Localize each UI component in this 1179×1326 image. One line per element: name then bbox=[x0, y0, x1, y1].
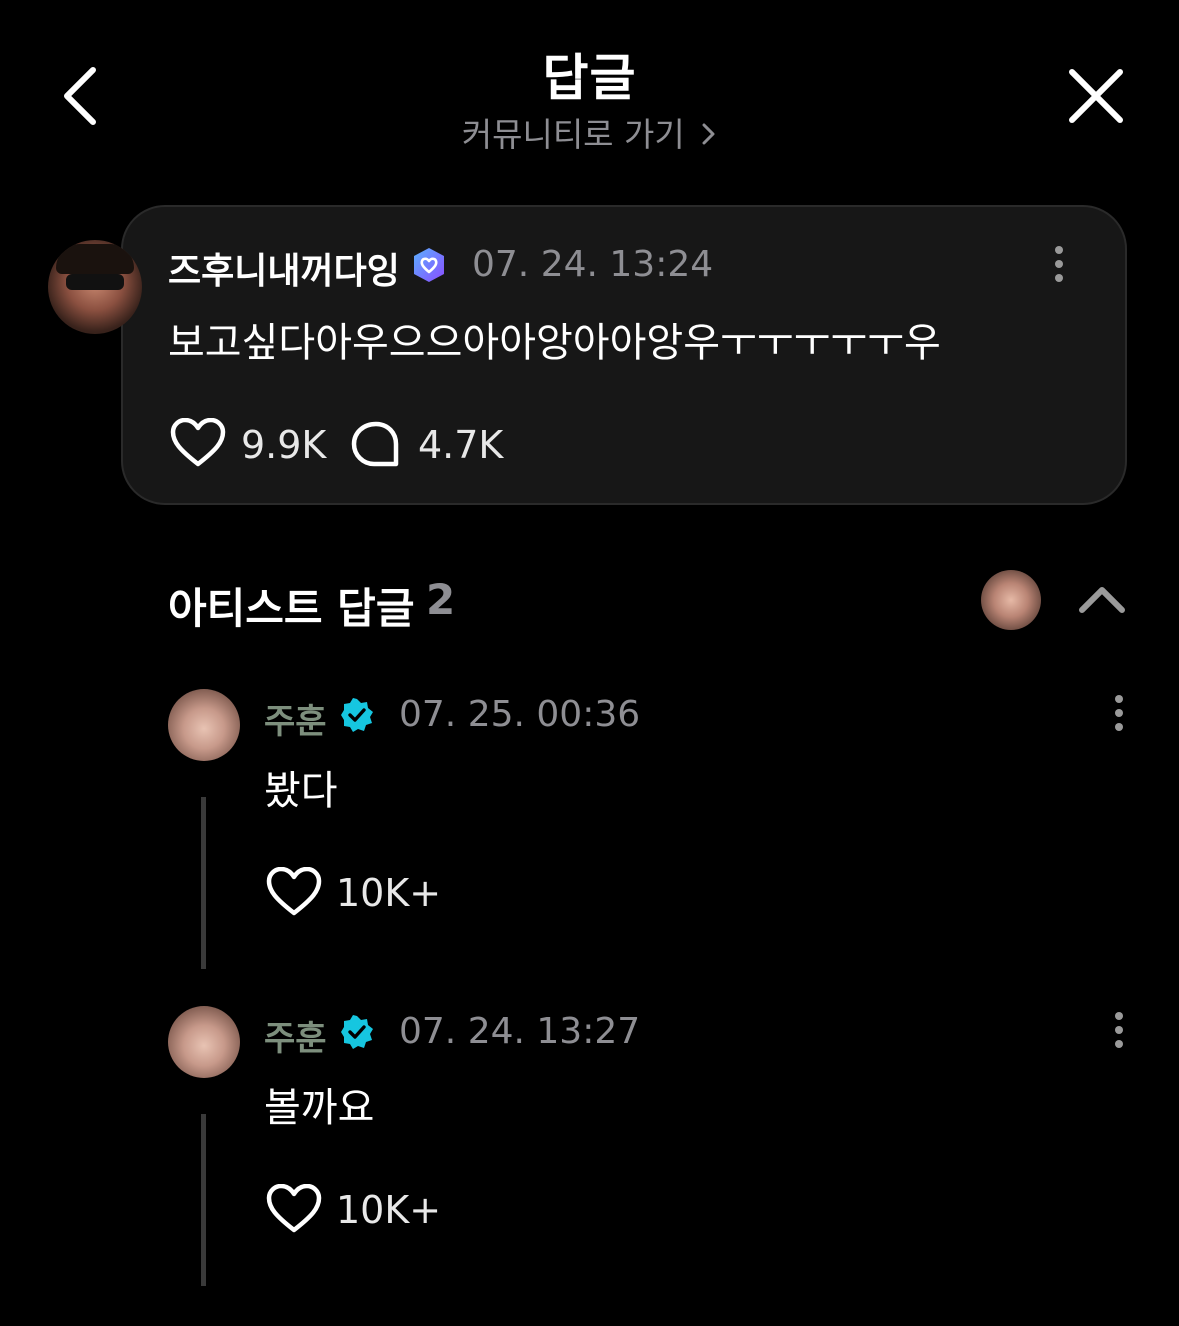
community-link-label: 커뮤니티로 가기 bbox=[461, 115, 685, 154]
page-title: 답글 bbox=[542, 49, 637, 107]
reply-like-count: 10K+ bbox=[336, 871, 442, 915]
close-button[interactable] bbox=[1060, 62, 1130, 132]
reply-more-button[interactable] bbox=[1112, 1012, 1126, 1056]
chevron-up-icon bbox=[1079, 587, 1125, 613]
post-more-button[interactable] bbox=[1052, 246, 1066, 290]
collapse-button[interactable] bbox=[1076, 578, 1128, 618]
thread-line bbox=[201, 1114, 206, 1286]
reply-text: 볼까요 bbox=[264, 1085, 375, 1131]
avatar[interactable] bbox=[168, 1006, 240, 1078]
reply-like-button[interactable] bbox=[266, 1183, 322, 1234]
reply-author[interactable]: 주훈 bbox=[264, 694, 327, 743]
thread-line bbox=[201, 797, 206, 969]
artist-replies-title: 아티스트 답글 bbox=[168, 584, 415, 633]
verified-badge-icon bbox=[340, 698, 374, 732]
reply-text: 봤다 bbox=[264, 768, 338, 814]
community-link[interactable]: 커뮤니티로 가기 bbox=[0, 108, 1179, 156]
artist-replies-count: 2 bbox=[426, 575, 456, 624]
post-text: 보고싶다아우으으아아앙아아앙우ㅜㅜㅜㅜㅜ우 bbox=[168, 320, 941, 366]
post-like-count: 9.9K bbox=[241, 423, 327, 467]
heart-icon bbox=[266, 866, 322, 916]
reply-like-count: 10K+ bbox=[336, 1188, 442, 1232]
more-vertical-icon bbox=[1055, 246, 1063, 254]
more-vertical-icon bbox=[1115, 1012, 1123, 1020]
avatar bbox=[981, 570, 1041, 630]
post-timestamp: 07. 24. 13:24 bbox=[472, 244, 714, 285]
post-like-button[interactable] bbox=[170, 417, 226, 468]
post-comment-count: 4.7K bbox=[418, 423, 504, 467]
reply-author[interactable]: 주훈 bbox=[264, 1011, 327, 1060]
reply-more-button[interactable] bbox=[1112, 695, 1126, 739]
reply-timestamp: 07. 24. 13:27 bbox=[399, 1011, 641, 1052]
avatar[interactable] bbox=[168, 689, 240, 761]
heart-icon bbox=[266, 1183, 322, 1233]
post-comment-button[interactable] bbox=[350, 420, 402, 470]
post-author[interactable]: 즈후니내꺼다잉 bbox=[168, 242, 400, 294]
reply-timestamp: 07. 25. 00:36 bbox=[399, 694, 641, 735]
comment-bubble-icon bbox=[351, 421, 399, 467]
reply-like-button[interactable] bbox=[266, 866, 322, 917]
avatar[interactable] bbox=[48, 240, 142, 334]
more-vertical-icon bbox=[1115, 695, 1123, 703]
close-icon bbox=[1069, 69, 1123, 123]
chevron-right-icon bbox=[701, 117, 717, 156]
verified-badge-icon bbox=[410, 246, 448, 284]
heart-icon bbox=[170, 417, 226, 467]
verified-badge-icon bbox=[340, 1015, 374, 1049]
